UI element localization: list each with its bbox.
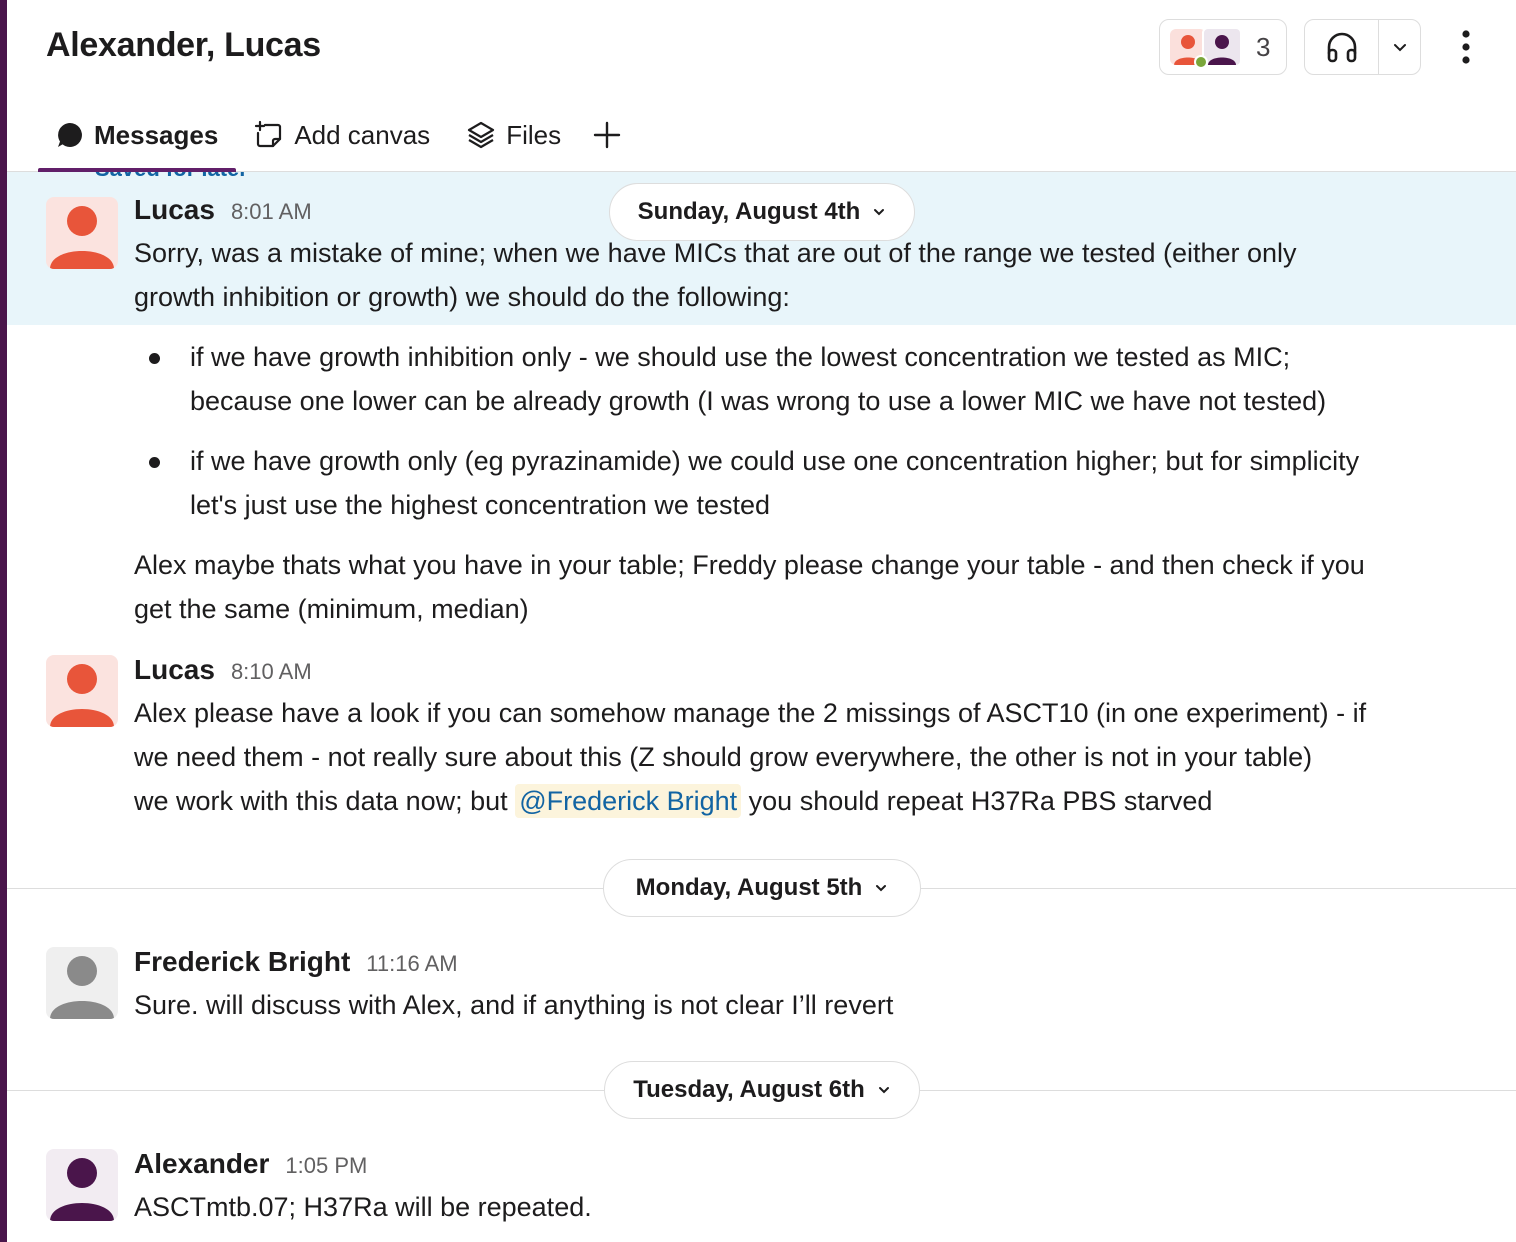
plus-icon <box>593 121 621 149</box>
date-divider-pill[interactable]: Sunday, August 4th <box>609 183 915 241</box>
message-body-line: we work with this data now; but @Frederi… <box>134 779 1212 823</box>
avatar-alexander-mini <box>1202 27 1242 67</box>
huddle-button[interactable] <box>1304 19 1421 75</box>
user-mention[interactable]: @Frederick Bright <box>515 784 742 818</box>
message-header: Lucas 8:01 AM <box>134 194 312 226</box>
message-text-segment: you should repeat H37Ra PBS starved <box>741 786 1213 816</box>
sender-name[interactable]: Lucas <box>134 654 215 686</box>
member-avatars <box>1170 27 1242 69</box>
date-label: Sunday, August 4th <box>637 198 861 225</box>
list-item-line: because one lower can be already growth … <box>190 386 1327 416</box>
chevron-down-icon <box>877 1083 891 1097</box>
workspace-sidebar-edge <box>0 0 7 1242</box>
message-body-line: we need them - not really sure about thi… <box>134 742 1313 772</box>
message-text-segment: we work with this data now; but <box>134 786 516 816</box>
tab-label: Add canvas <box>294 119 431 150</box>
chevron-down-icon <box>874 881 888 895</box>
files-layers-icon <box>466 120 496 150</box>
channel-header: Alexander, Lucas 3 Messages Add canvas F… <box>7 0 1516 172</box>
message-timestamp[interactable]: 8:10 AM <box>231 659 312 685</box>
message-timestamp[interactable]: 11:16 AM <box>366 951 457 977</box>
sender-name[interactable]: Alexander <box>134 1148 269 1180</box>
avatar-frederick-bright[interactable] <box>46 947 118 1019</box>
more-options-icon[interactable] <box>1447 25 1485 69</box>
headphones-icon[interactable] <box>1305 20 1379 74</box>
date-label: Tuesday, August 6th <box>633 1076 865 1103</box>
presence-indicator <box>1194 55 1208 69</box>
canvas-icon <box>254 120 284 150</box>
message-header: Alexander 1:05 PM <box>134 1148 367 1180</box>
sender-name[interactable]: Frederick Bright <box>134 946 350 978</box>
message-body-line: Sure. will discuss with Alex, and if any… <box>134 990 894 1020</box>
message-header: Frederick Bright 11:16 AM <box>134 946 458 978</box>
channel-tabs: Messages Add canvas Files <box>38 110 645 172</box>
message-timestamp[interactable]: 8:01 AM <box>231 199 312 225</box>
add-tab-button[interactable] <box>579 110 645 160</box>
bullet-icon <box>147 335 190 423</box>
message-timestamp[interactable]: 1:05 PM <box>285 1153 367 1179</box>
date-label: Monday, August 5th <box>635 874 863 901</box>
date-divider-pill[interactable]: Tuesday, August 6th <box>604 1061 920 1119</box>
list-item: if we have growth inhibition only - we s… <box>147 335 1326 423</box>
chevron-down-icon <box>872 205 886 219</box>
message-list: Saved for later Lucas 8:01 AM Sunday, Au… <box>7 172 1516 1242</box>
list-item: if we have growth only (eg pyrazinamide)… <box>147 439 1359 527</box>
avatar-alexander[interactable] <box>46 1149 118 1221</box>
date-divider-pill[interactable]: Monday, August 5th <box>603 859 921 917</box>
tab-label: Files <box>506 119 562 150</box>
saved-for-later-label: Saved for later <box>95 172 248 182</box>
avatar-lucas[interactable] <box>46 655 118 727</box>
tab-add-canvas[interactable]: Add canvas <box>236 110 448 160</box>
avatar-lucas[interactable] <box>46 197 118 269</box>
member-count: 3 <box>1256 31 1271 62</box>
bullet-icon <box>147 439 190 527</box>
message-body-line: get the same (minimum, median) <box>134 594 529 624</box>
chevron-down-icon[interactable] <box>1379 20 1420 74</box>
conversation-title[interactable]: Alexander, Lucas <box>46 26 321 65</box>
message-body-line: growth inhibition or growth) we should d… <box>134 282 790 312</box>
message-body-line: Alex maybe thats what you have in your t… <box>134 550 1365 580</box>
list-item-line: let's just use the highest concentration… <box>190 490 770 520</box>
tab-messages[interactable]: Messages <box>38 110 237 172</box>
sender-name[interactable]: Lucas <box>134 194 215 226</box>
list-item-line: if we have growth only (eg pyrazinamide)… <box>190 446 1360 476</box>
list-item-line: if we have growth inhibition only - we s… <box>190 342 1291 372</box>
members-button[interactable]: 3 <box>1159 19 1287 75</box>
message-bubble-icon <box>56 121 84 149</box>
message-header: Lucas 8:10 AM <box>134 654 312 686</box>
tab-label: Messages <box>94 119 219 150</box>
message-body-line: ASCTmtb.07; H37Ra will be repeated. <box>134 1192 592 1222</box>
tab-files[interactable]: Files <box>448 110 579 160</box>
message-body-line: Alex please have a look if you can someh… <box>134 698 1367 728</box>
